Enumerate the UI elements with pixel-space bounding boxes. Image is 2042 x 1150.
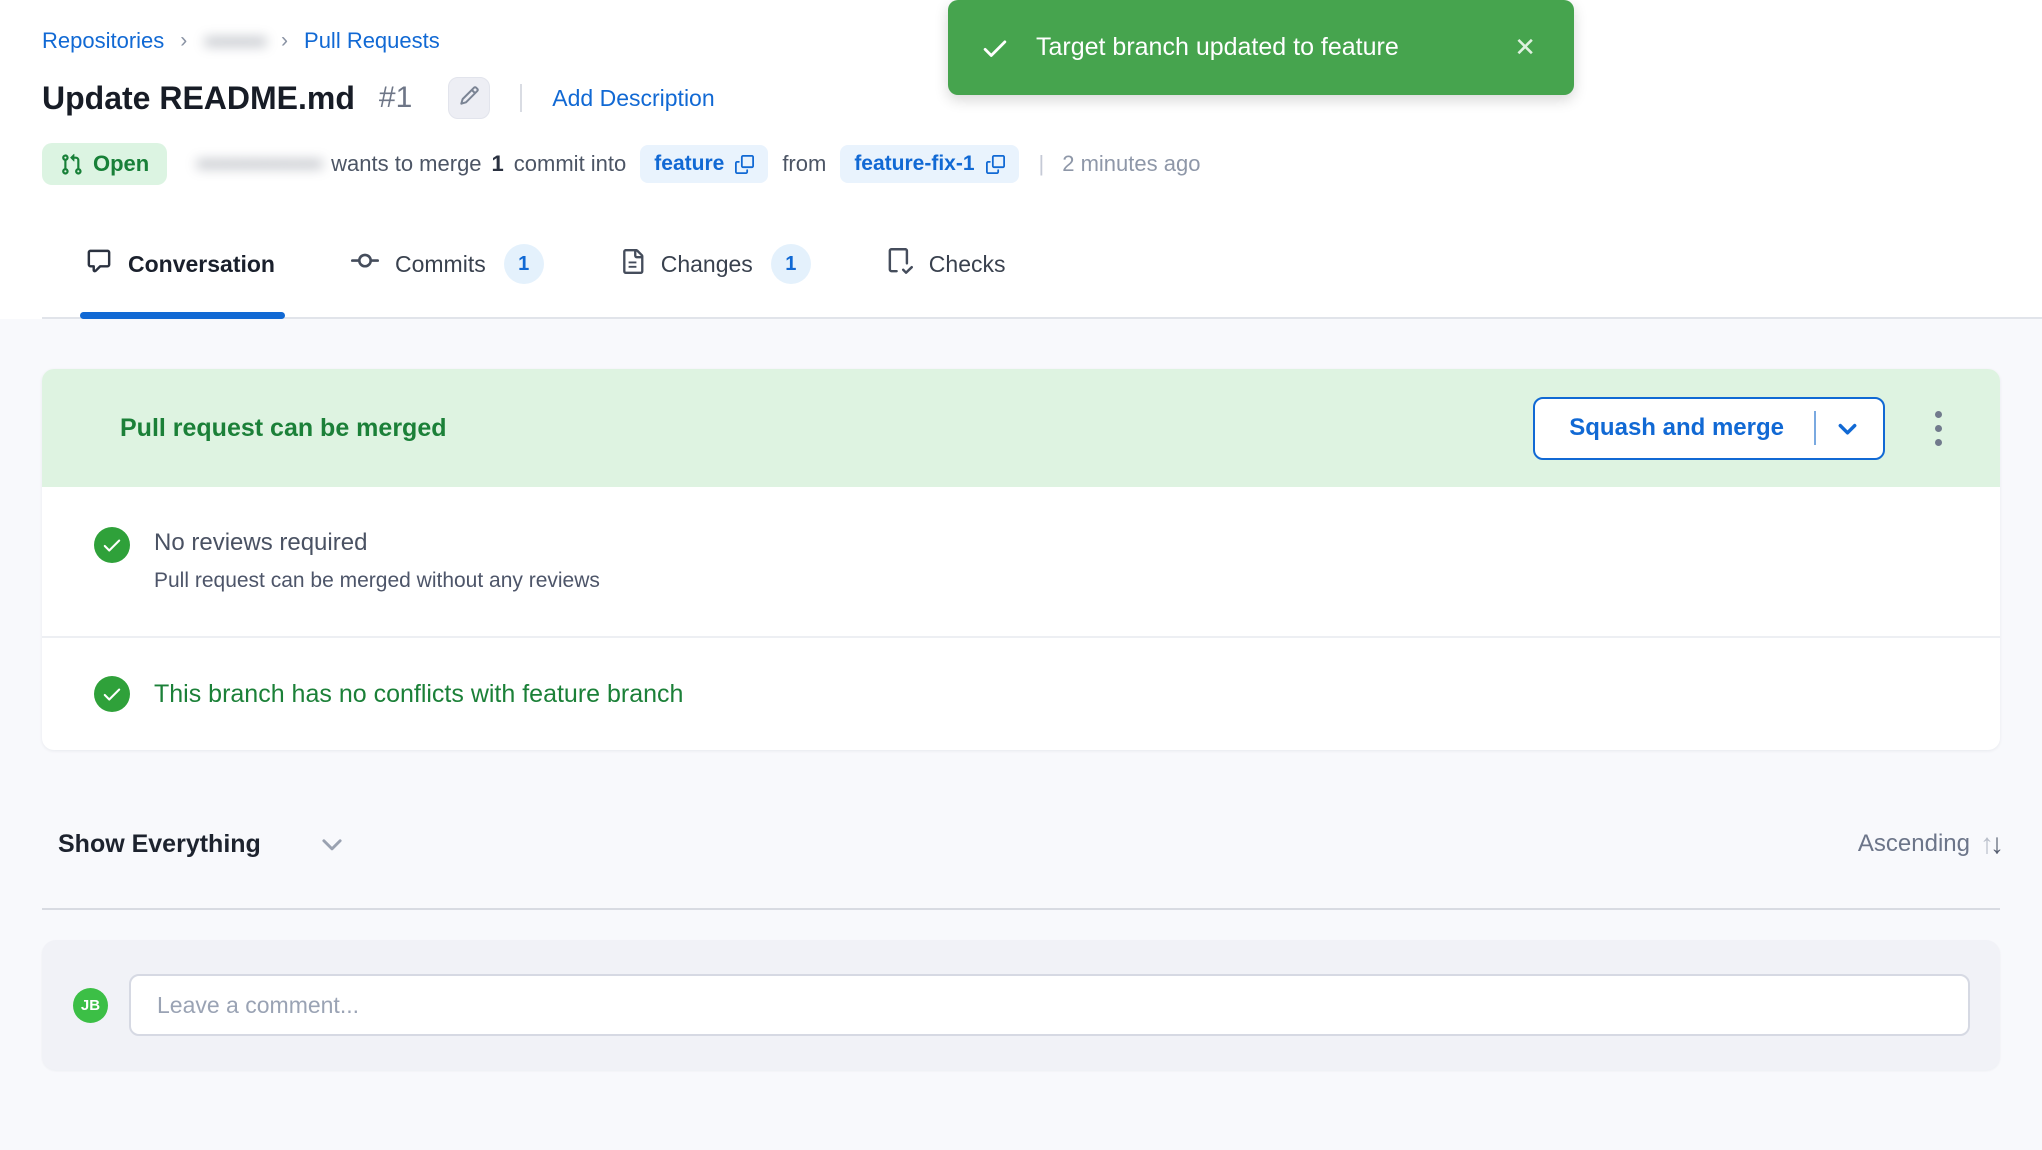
breadcrumb-repo-redacted[interactable]: ●●●●●● [203,28,265,54]
conflict-status-row: This branch has no conflicts with featur… [42,636,2000,750]
review-status-title: No reviews required [154,529,600,557]
status-label: Open [93,151,149,177]
merge-options-dropdown[interactable] [1836,417,1859,440]
toast-message: Target branch updated to feature [1036,33,1399,62]
edit-title-button[interactable] [448,77,490,119]
toast-notification: Target branch updated to feature ✕ [948,0,1574,95]
kebab-menu-button[interactable] [1929,405,1948,452]
add-description-link[interactable]: Add Description [552,85,714,112]
source-branch-name: feature-fix-1 [854,152,974,176]
check-circle-icon [94,527,130,563]
breadcrumb-pull-requests[interactable]: Pull Requests [304,28,440,54]
timeline-filter-row: Show Everything Ascending ↑↓ [42,828,2000,860]
tab-label: Changes [661,251,753,278]
chevron-right-icon: › [180,29,187,53]
merge-status-title: Pull request can be merged [120,414,1533,443]
file-icon [620,249,645,280]
merge-header: Pull request can be merged Squash and me… [42,369,2000,487]
tab-conversation[interactable]: Conversation [86,244,275,317]
commit-icon [351,247,379,281]
tab-changes[interactable]: Changes 1 [620,244,811,317]
speech-bubble-icon [86,248,112,280]
pr-meta-row: Open ●●●●●●●●●●●●● wants to merge 1 comm… [42,142,2042,186]
meta-divider: | [1039,151,1045,177]
chevron-right-icon: › [281,29,288,53]
show-filter-dropdown[interactable]: Show Everything [42,830,345,859]
sort-order-button[interactable]: Ascending ↑↓ [1858,828,2000,860]
target-branch-name: feature [654,152,724,176]
squash-and-merge-button[interactable]: Squash and merge [1533,397,1885,460]
chevron-down-icon [319,831,345,857]
timestamp: 2 minutes ago [1062,151,1200,177]
meta-text: commit into [514,151,626,177]
vertical-divider [520,84,522,112]
tab-label: Commits [395,251,486,278]
merge-status-card: Pull request can be merged Squash and me… [42,369,2000,750]
tab-commits[interactable]: Commits 1 [351,244,544,317]
commit-count: 1 [492,151,504,177]
commits-count-badge: 1 [504,244,544,284]
sort-arrows-icon: ↑↓ [1980,828,2000,860]
pr-number: #1 [379,81,412,115]
close-icon[interactable]: ✕ [1508,28,1542,67]
source-branch-pill[interactable]: feature-fix-1 [840,145,1018,183]
tab-checks[interactable]: Checks [887,244,1006,317]
meta-text: from [782,151,826,177]
copy-icon[interactable] [986,155,1005,174]
page-title: Update README.md [42,80,355,117]
conversation-panel: Pull request can be merged Squash and me… [0,369,2042,1150]
tab-label: Checks [929,251,1006,278]
target-branch-pill[interactable]: feature [640,145,768,183]
meta-text: wants to merge [331,151,481,177]
pencil-icon [459,85,480,111]
status-badge: Open [42,143,167,185]
review-status-row: No reviews required Pull request can be … [42,487,2000,636]
tab-label: Conversation [128,251,275,278]
check-circle-icon [94,676,130,712]
checklist-icon [887,248,913,280]
review-status-subtitle: Pull request can be merged without any r… [154,569,600,593]
sort-order-label: Ascending [1858,830,1970,858]
author-name-redacted: ●●●●●●●●●●●●● [195,152,321,176]
copy-icon[interactable] [735,155,754,174]
section-divider [42,908,2000,910]
active-tab-underline [80,312,285,319]
check-icon [980,33,1010,63]
breadcrumb-repositories[interactable]: Repositories [42,28,164,54]
chevron-down-icon [1836,417,1859,440]
comment-composer: JB [42,940,2000,1070]
squash-button-label: Squash and merge [1569,414,1784,442]
tab-bar: Conversation Commits 1 Changes 1 [42,212,2042,319]
conflict-status-text: This branch has no conflicts with featur… [154,680,683,709]
comment-input[interactable] [129,974,1970,1036]
show-filter-label: Show Everything [58,830,261,859]
changes-count-badge: 1 [771,244,811,284]
pull-request-icon [60,153,83,176]
avatar: JB [73,988,108,1023]
button-divider [1814,411,1816,445]
